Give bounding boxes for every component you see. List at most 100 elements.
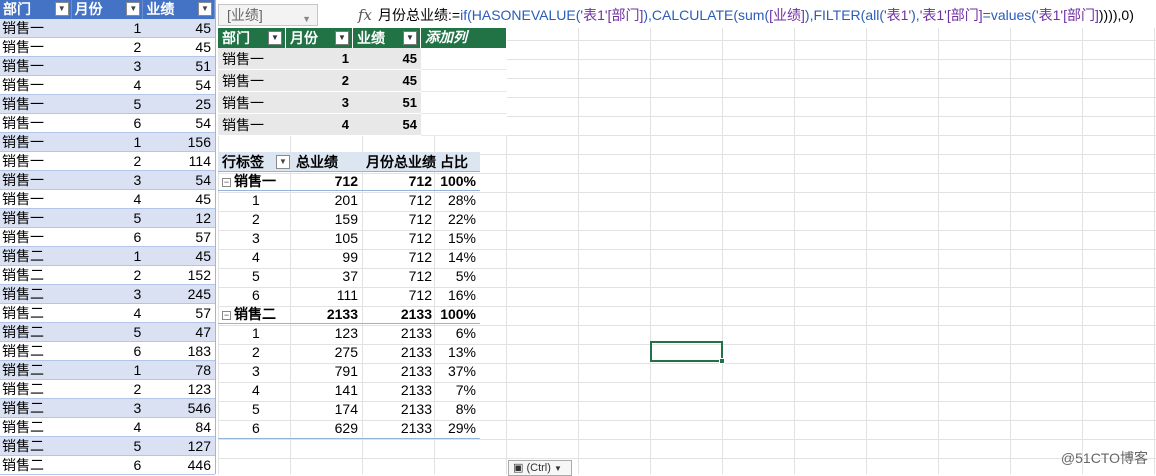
cell-month[interactable]: 6 [71, 342, 144, 361]
pivot-header-month-total[interactable]: 月份总业绩 [362, 152, 436, 171]
cell-month[interactable]: 2 [286, 70, 353, 92]
cell-dept[interactable]: 销售一 [0, 209, 72, 228]
cell-performance[interactable]: 45 [143, 247, 215, 266]
cell-month[interactable]: 6 [71, 114, 144, 133]
cell-dept[interactable]: 销售二 [0, 418, 72, 437]
cell-month[interactable]: 1 [71, 19, 144, 38]
cell-month[interactable]: 3 [71, 285, 144, 304]
pivot-month-total[interactable]: 2133 [362, 324, 436, 343]
cell-performance[interactable]: 152 [143, 266, 215, 285]
pivot-group-label[interactable]: − 销售二 [218, 305, 292, 323]
header-month[interactable]: 月份 ▼ [72, 0, 144, 19]
pivot-month-total[interactable]: 2133 [362, 343, 436, 362]
cell-performance[interactable]: 78 [143, 361, 215, 380]
cell-month[interactable]: 3 [71, 57, 144, 76]
cell-dept[interactable]: 销售一 [0, 228, 72, 247]
pivot-total[interactable]: 791 [292, 362, 362, 381]
pivot-total[interactable]: 111 [292, 286, 362, 305]
cell-dept[interactable]: 销售二 [0, 247, 72, 266]
dm-header-performance[interactable]: 业绩 ▼ [353, 28, 421, 48]
collapse-icon[interactable]: − [222, 310, 231, 320]
pivot-header-ratio[interactable]: 占比 [436, 152, 480, 171]
pivot-month-label[interactable]: 2 [218, 210, 292, 229]
cell-performance[interactable]: 114 [143, 152, 215, 171]
filter-dropdown-icon[interactable]: ▼ [126, 2, 141, 16]
cell-month[interactable]: 5 [71, 437, 144, 456]
filter-dropdown-icon[interactable]: ▼ [335, 31, 349, 45]
cell-dept[interactable]: 销售一 [0, 114, 72, 133]
cell-month[interactable]: 5 [71, 209, 144, 228]
pivot-ratio[interactable]: 14% [436, 248, 480, 267]
cell-performance[interactable]: 156 [143, 133, 215, 152]
pivot-ratio[interactable]: 16% [436, 286, 480, 305]
pivot-ratio[interactable]: 13% [436, 343, 480, 362]
pivot-month-total[interactable]: 712 [362, 248, 436, 267]
cell-performance[interactable]: 84 [143, 418, 215, 437]
cell-dept[interactable]: 销售一 [0, 190, 72, 209]
fill-handle[interactable] [719, 358, 725, 364]
cell-added-column[interactable] [421, 48, 507, 70]
cell-performance[interactable]: 25 [143, 95, 215, 114]
pivot-ratio[interactable]: 28% [436, 191, 480, 210]
header-performance[interactable]: 业绩 ▼ [143, 0, 215, 19]
chevron-down-icon[interactable]: ▼ [302, 9, 311, 29]
cell-dept[interactable]: 销售二 [0, 342, 72, 361]
cell-dept[interactable]: 销售二 [0, 456, 72, 475]
pivot-ratio[interactable]: 100% [436, 172, 480, 190]
cell-dept[interactable]: 销售一 [0, 171, 72, 190]
fx-icon[interactable]: fx [318, 6, 378, 24]
pivot-month-total[interactable]: 712 [362, 286, 436, 305]
cell-performance[interactable]: 183 [143, 342, 215, 361]
pivot-month-total[interactable]: 2133 [362, 419, 436, 438]
cell-dept[interactable]: 销售二 [0, 399, 72, 418]
cell-month[interactable]: 6 [71, 228, 144, 247]
pivot-total[interactable]: 174 [292, 400, 362, 419]
cell-dept[interactable]: 销售一 [0, 152, 72, 171]
pivot-month-total[interactable]: 712 [362, 267, 436, 286]
cell-month[interactable]: 2 [71, 152, 144, 171]
pivot-total[interactable]: 123 [292, 324, 362, 343]
cell-performance[interactable]: 45 [353, 70, 421, 92]
pivot-total[interactable]: 275 [292, 343, 362, 362]
pivot-month-label[interactable]: 5 [218, 267, 292, 286]
cell-performance[interactable]: 54 [143, 171, 215, 190]
cell-month[interactable]: 6 [71, 456, 144, 475]
pivot-header-total[interactable]: 总业绩 [292, 152, 362, 171]
pivot-ratio[interactable]: 37% [436, 362, 480, 381]
cell-performance[interactable]: 45 [143, 19, 215, 38]
cell-month[interactable]: 1 [286, 48, 353, 70]
cell-performance[interactable]: 245 [143, 285, 215, 304]
cell-performance[interactable]: 51 [143, 57, 215, 76]
cell-performance[interactable]: 546 [143, 399, 215, 418]
filter-dropdown-icon[interactable]: ▼ [198, 2, 212, 16]
pivot-month-label[interactable]: 2 [218, 343, 292, 362]
pivot-ratio[interactable]: 6% [436, 324, 480, 343]
dm-header-add-column[interactable]: 添加列 [421, 28, 507, 48]
cell-dept[interactable]: 销售二 [0, 323, 72, 342]
pivot-ratio[interactable]: 5% [436, 267, 480, 286]
cell-dept[interactable]: 销售一 [218, 92, 286, 114]
pivot-month-label[interactable]: 6 [218, 419, 292, 438]
pivot-month-label[interactable]: 3 [218, 362, 292, 381]
dm-header-month[interactable]: 月份 ▼ [286, 28, 353, 48]
filter-dropdown-icon[interactable]: ▼ [403, 31, 417, 45]
cell-month[interactable]: 2 [71, 38, 144, 57]
active-cell[interactable] [650, 341, 725, 364]
cell-month[interactable]: 4 [71, 418, 144, 437]
cell-month[interactable]: 4 [286, 114, 353, 136]
cell-dept[interactable]: 销售一 [218, 48, 286, 70]
pivot-total[interactable]: 37 [292, 267, 362, 286]
cell-month[interactable]: 1 [71, 133, 144, 152]
cell-dept[interactable]: 销售一 [0, 133, 72, 152]
cell-dept[interactable]: 销售一 [218, 70, 286, 92]
cell-month[interactable]: 5 [71, 95, 144, 114]
filter-dropdown-icon[interactable]: ▼ [54, 2, 69, 16]
formula-input[interactable]: 月份总业绩:=if(HASONEVALUE('表1'[部门]),CALCULAT… [378, 5, 1134, 25]
cell-added-column[interactable] [421, 114, 507, 136]
pivot-month-label[interactable]: 4 [218, 248, 292, 267]
pivot-header-row-labels[interactable]: 行标签 ▼ [218, 152, 292, 171]
cell-performance[interactable]: 57 [143, 304, 215, 323]
cell-added-column[interactable] [421, 92, 507, 114]
cell-dept[interactable]: 销售二 [0, 304, 72, 323]
pivot-ratio[interactable]: 15% [436, 229, 480, 248]
